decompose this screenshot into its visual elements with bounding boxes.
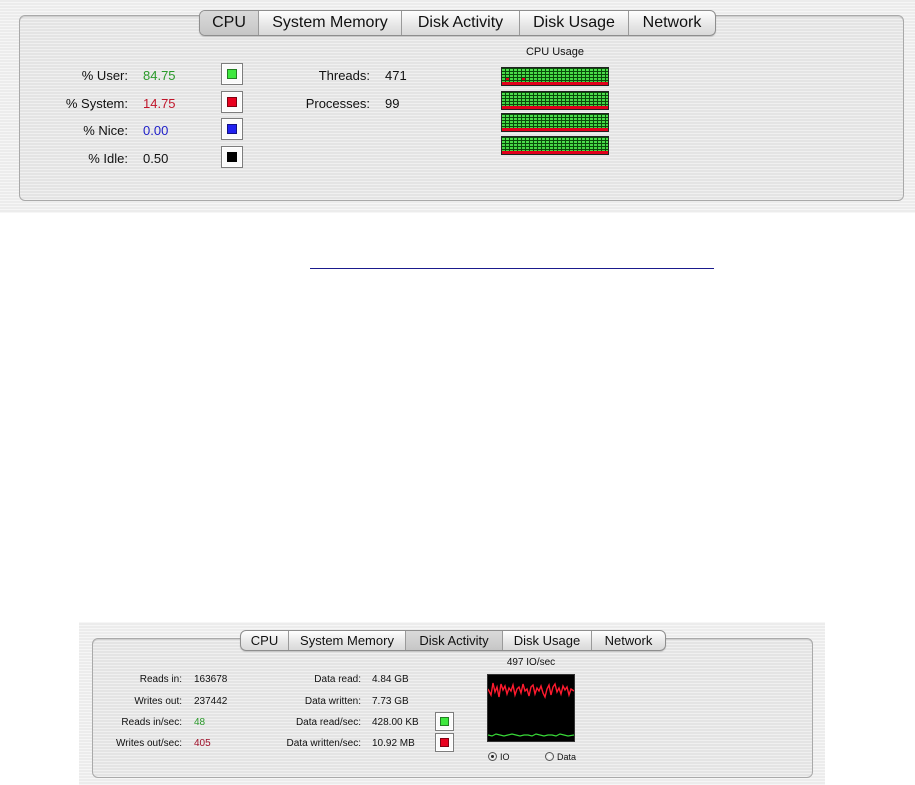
io-read-line (488, 733, 574, 737)
data-read-sec-value: 428.00 KB (372, 717, 419, 728)
threads-label: Threads: (318, 68, 370, 83)
cpu-tab-disk-activity[interactable]: Disk Activity (402, 11, 520, 35)
cpu-system-label: % System: (65, 96, 128, 111)
system-color-fill (227, 97, 237, 107)
cpu-core-meter (501, 67, 609, 86)
cpu-tab-bar: CPU System Memory Disk Activity Disk Usa… (199, 10, 716, 36)
reads-in-sec-label: Reads in/sec: (121, 717, 182, 728)
io-graph-svg (488, 682, 574, 737)
disk-tab-disk-activity[interactable]: Disk Activity (406, 631, 503, 650)
disk-tab-disk-usage[interactable]: Disk Usage (503, 631, 592, 650)
processes-value: 99 (385, 96, 400, 111)
cpu-nice-value: 0.00 (143, 123, 169, 138)
cpu-core-meter (501, 91, 609, 110)
disk-tab-network[interactable]: Network (592, 631, 665, 650)
processes-label: Processes: (305, 96, 370, 111)
cpu-idle-value: 0.50 (143, 151, 169, 166)
cpu-tab-disk-usage[interactable]: Disk Usage (520, 11, 629, 35)
idle-color-swatch[interactable] (221, 146, 243, 168)
cpu-core-red-segment (522, 78, 525, 80)
data-written-sec-value: 10.92 MB (372, 738, 415, 749)
writes-out-sec-value: 405 (194, 738, 211, 749)
data-written-color-swatch[interactable] (435, 733, 454, 752)
data-written-value: 7.73 GB (372, 696, 409, 707)
cpu-system-value: 14.75 (143, 96, 176, 111)
cpu-user-label: % User: (81, 68, 128, 83)
data-written-color-fill (440, 738, 449, 747)
data-read-color-fill (440, 717, 449, 726)
data-read-sec-label: Data read/sec: (295, 717, 361, 728)
divider-link-line (310, 268, 714, 269)
radio-io[interactable] (488, 752, 497, 761)
io-rate-title: 497 IO/sec (506, 657, 556, 668)
cpu-tab-cpu[interactable]: CPU (200, 11, 259, 35)
cpu-tab-network[interactable]: Network (629, 11, 715, 35)
cpu-idle-label: % Idle: (88, 151, 128, 166)
cpu-nice-label: % Nice: (83, 123, 128, 138)
nice-color-swatch[interactable] (221, 118, 243, 140)
data-read-label: Data read: (314, 674, 361, 685)
writes-out-label: Writes out: (134, 696, 182, 707)
cpu-core-meter (501, 136, 609, 155)
cpu-core-red-segment (506, 78, 509, 80)
io-write-line (488, 682, 574, 700)
disk-tab-cpu[interactable]: CPU (241, 631, 289, 650)
nice-color-fill (227, 124, 237, 134)
disk-group-box (92, 638, 813, 778)
writes-out-sec-label: Writes out/sec: (116, 738, 182, 749)
cpu-core-system-bar (502, 106, 608, 109)
user-color-swatch[interactable] (221, 63, 243, 85)
cpu-core-system-bar (502, 128, 608, 131)
io-activity-graph (487, 674, 575, 742)
cpu-usage-title: CPU Usage (525, 46, 585, 58)
writes-out-value: 237442 (194, 696, 228, 707)
cpu-core-system-bar (502, 151, 608, 154)
system-color-swatch[interactable] (221, 91, 243, 113)
reads-in-label: Reads in: (139, 674, 182, 685)
idle-color-fill (227, 152, 237, 162)
cpu-core-meter (501, 113, 609, 132)
reads-in-sec-value: 48 (194, 717, 206, 728)
disk-tab-bar: CPU System Memory Disk Activity Disk Usa… (240, 630, 666, 651)
radio-data-label[interactable]: Data (557, 752, 576, 762)
user-color-fill (227, 69, 237, 79)
radio-data[interactable] (545, 752, 554, 761)
data-written-sec-label: Data written/sec: (286, 738, 361, 749)
cpu-monitor-panel: CPU System Memory Disk Activity Disk Usa… (0, 0, 915, 213)
threads-value: 471 (385, 68, 407, 83)
reads-in-value: 163678 (194, 674, 228, 685)
cpu-tab-system-memory[interactable]: System Memory (259, 11, 402, 35)
radio-io-label[interactable]: IO (500, 752, 510, 762)
data-written-label: Data written: (304, 696, 361, 707)
data-read-color-swatch[interactable] (435, 712, 454, 731)
cpu-core-system-bar (502, 82, 608, 85)
disk-tab-system-memory[interactable]: System Memory (289, 631, 406, 650)
cpu-user-value: 84.75 (143, 68, 176, 83)
data-read-value: 4.84 GB (372, 674, 409, 685)
disk-monitor-panel: CPU System Memory Disk Activity Disk Usa… (79, 622, 825, 785)
